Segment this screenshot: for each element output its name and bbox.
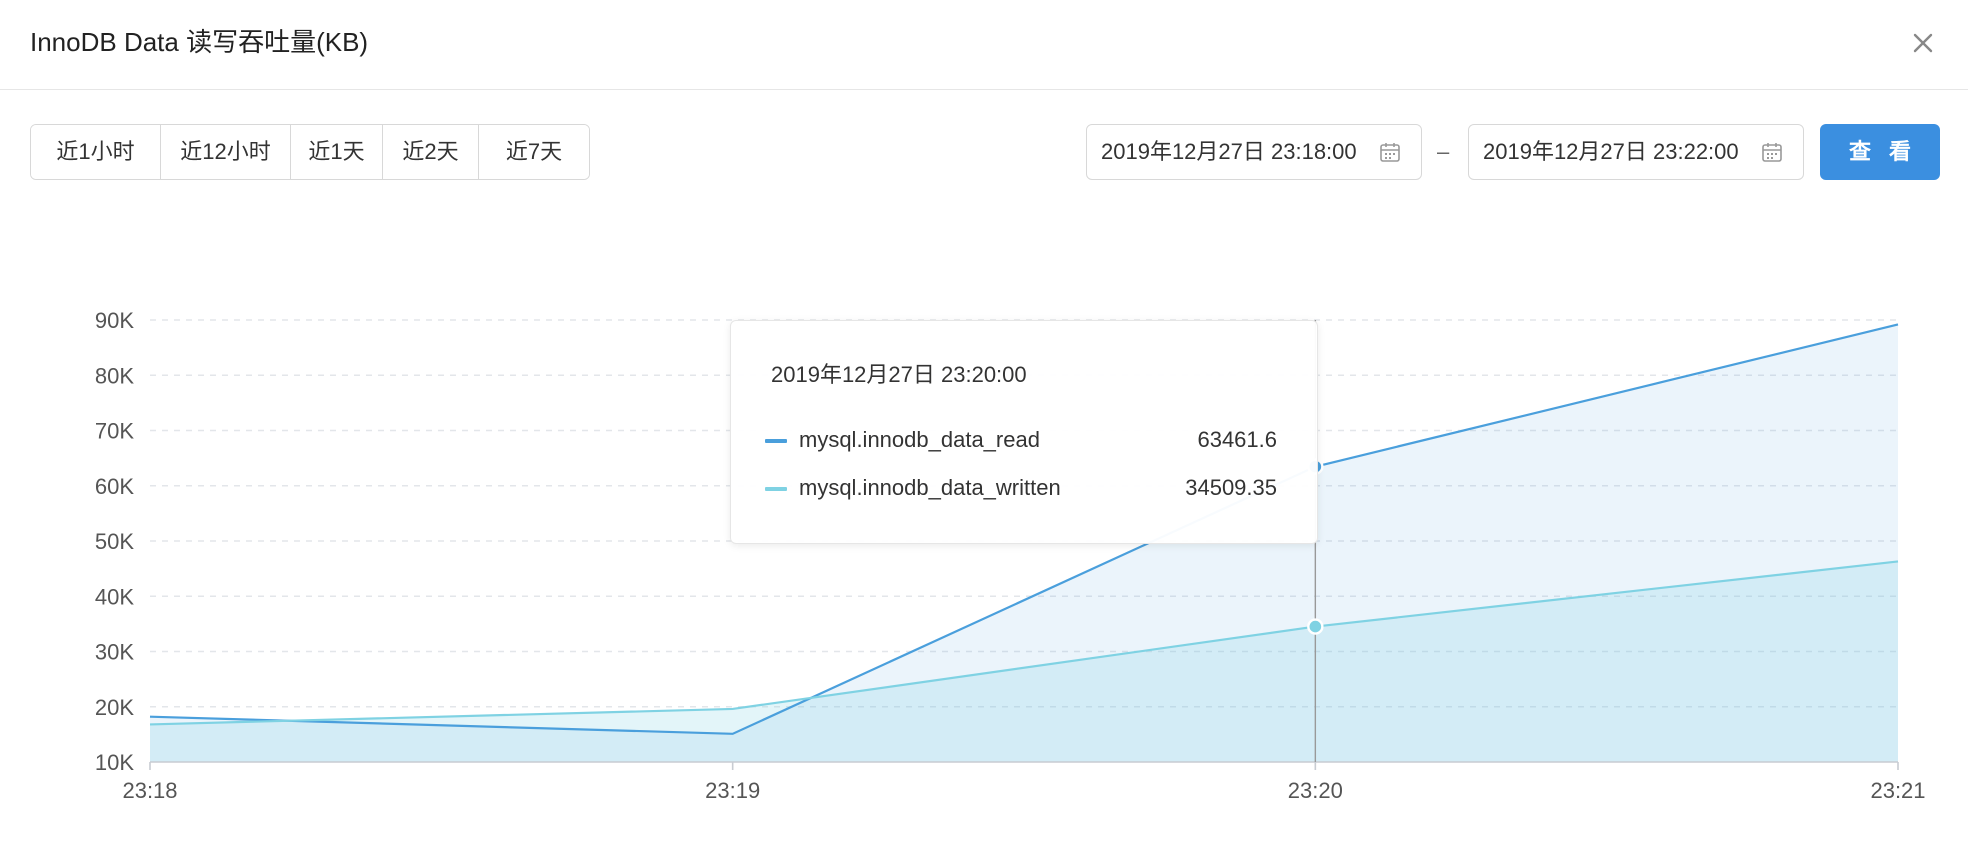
tooltip-series-name: mysql.innodb_data_read (799, 427, 1040, 452)
y-tick-label: 10K (95, 750, 134, 775)
range-12h-button[interactable]: 近12小时 (161, 125, 291, 179)
x-tick-label: 23:21 (1870, 778, 1925, 803)
y-tick-label: 80K (95, 363, 134, 388)
tooltip-row-written: mysql.innodb_data_written 34509.35 (765, 473, 1277, 503)
calendar-icon[interactable] (1761, 141, 1783, 168)
tooltip-row-read: mysql.innodb_data_read 63461.6 (765, 425, 1277, 455)
dialog-title: InnoDB Data 读写吞吐量(KB) (30, 27, 369, 57)
legend-swatch-written (765, 487, 787, 491)
start-date-value: 2019年12月27日 23:18:00 (1101, 139, 1357, 164)
y-tick-label: 60K (95, 474, 134, 499)
y-tick-label: 20K (95, 695, 134, 720)
y-tick-label: 90K (95, 308, 134, 333)
tooltip-series-name: mysql.innodb_data_written (799, 475, 1061, 500)
close-icon[interactable] (1908, 28, 1938, 58)
end-date-value: 2019年12月27日 23:22:00 (1483, 139, 1739, 164)
dialog-header: InnoDB Data 读写吞吐量(KB) (0, 0, 1968, 90)
hover-point-written (1307, 618, 1324, 635)
x-tick-label: 23:19 (705, 778, 760, 803)
legend-swatch-read (765, 439, 787, 443)
quick-range-group: 近1小时 近12小时 近1天 近2天 近7天 (30, 124, 590, 180)
date-range-separator: – (1437, 139, 1450, 164)
chart-tooltip: 2019年12月27日 23:20:00 mysql.innodb_data_r… (730, 320, 1318, 544)
y-tick-label: 30K (95, 640, 134, 665)
range-1d-button[interactable]: 近1天 (291, 125, 383, 179)
start-date-input[interactable]: 2019年12月27日 23:18:00 (1086, 124, 1422, 180)
y-tick-label: 50K (95, 529, 134, 554)
range-1h-button[interactable]: 近1小时 (31, 125, 161, 179)
tooltip-series-value: 34509.35 (1185, 475, 1277, 500)
x-tick-label: 23:18 (122, 778, 177, 803)
range-2d-button[interactable]: 近2天 (383, 125, 479, 179)
x-tick-label: 23:20 (1288, 778, 1343, 803)
tooltip-series-value: 63461.6 (1197, 427, 1277, 452)
calendar-icon[interactable] (1379, 141, 1401, 168)
tooltip-time: 2019年12月27日 23:20:00 (771, 362, 1027, 387)
end-date-input[interactable]: 2019年12月27日 23:22:00 (1468, 124, 1804, 180)
view-button[interactable]: 查 看 (1820, 124, 1940, 180)
y-tick-label: 70K (95, 419, 134, 444)
range-7d-button[interactable]: 近7天 (479, 125, 589, 179)
y-tick-label: 40K (95, 584, 134, 609)
